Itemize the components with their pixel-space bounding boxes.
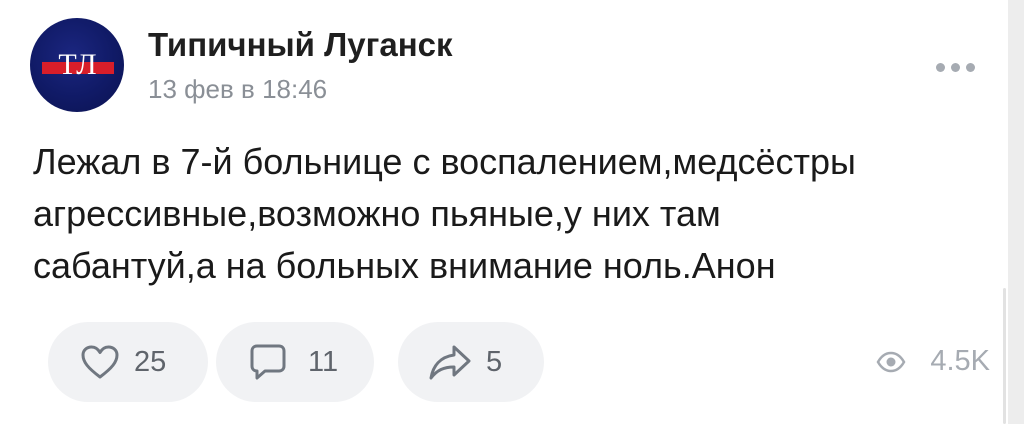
share-count: 5 (486, 345, 503, 378)
post-text: Лежал в 7-й больнице с воспалением,медсё… (33, 141, 856, 286)
like-button[interactable]: 25 (48, 322, 208, 402)
avatar-logo-text: ТЛ (58, 48, 98, 81)
more-dot (936, 62, 945, 72)
share-button[interactable]: 5 (398, 322, 544, 402)
eye-icon (876, 351, 906, 372)
heart-icon (81, 345, 119, 379)
like-count: 25 (134, 345, 167, 378)
share-arrow-icon (429, 345, 471, 380)
comment-count: 11 (308, 345, 339, 378)
more-dot (966, 62, 975, 72)
screen-edge (1008, 0, 1024, 424)
speech-bubble-icon (250, 344, 286, 380)
scrollbar[interactable] (1003, 288, 1006, 424)
author-name[interactable]: Типичный Луганск (148, 26, 453, 64)
post-date[interactable]: 13 фев в 18:46 (148, 74, 327, 105)
more-dot (951, 62, 960, 72)
post-card: ТЛ Типичный Луганск 13 фев в 18:46 Лежал… (0, 0, 1024, 424)
avatar[interactable]: ТЛ (30, 18, 124, 112)
more-dots-icon[interactable] (936, 60, 984, 74)
views-counter: 4.5K (876, 345, 990, 378)
comment-button[interactable]: 11 (216, 322, 374, 402)
views-count: 4.5K (930, 345, 990, 377)
